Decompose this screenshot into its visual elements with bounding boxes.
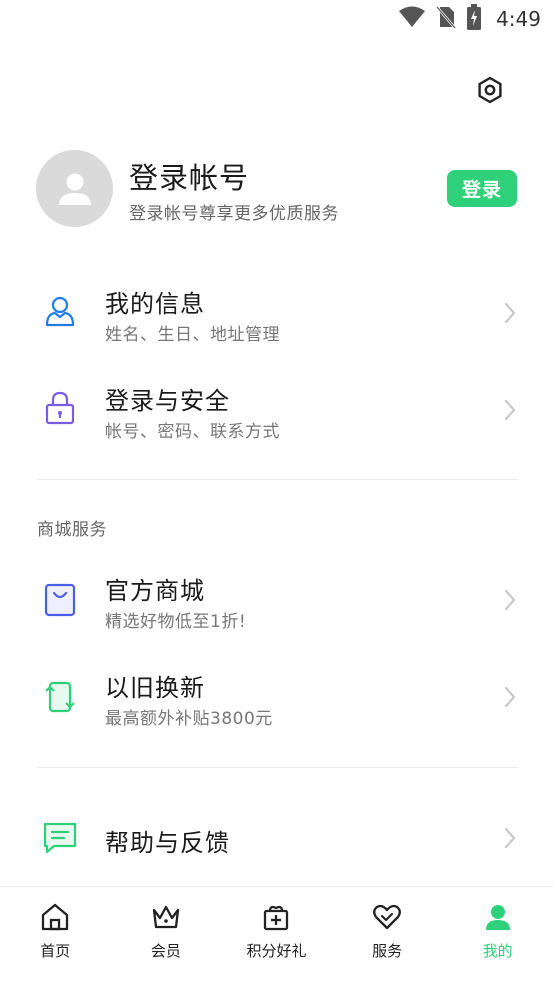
- chevron-right-icon: [500, 585, 520, 615]
- tab-home[interactable]: 首页: [0, 887, 111, 983]
- profile-subtitle: 登录帐号尊享更多优质服务: [129, 204, 339, 224]
- menu-item-login-security[interactable]: 登录与安全 帐号、密码、联系方式: [0, 365, 553, 455]
- wifi-icon: [398, 6, 426, 32]
- tab-mine[interactable]: 我的: [442, 887, 553, 983]
- gift-icon: [260, 901, 292, 933]
- profile-title: 登录帐号: [129, 161, 250, 195]
- lock-icon: [42, 390, 78, 426]
- crown-icon: [150, 901, 182, 933]
- menu-item-official-mall[interactable]: 官方商城 精选好物低至1折!: [0, 555, 553, 645]
- status-time: 4:49: [496, 7, 541, 31]
- tab-label: 我的: [482, 942, 513, 960]
- profile-header[interactable]: 登录帐号 登录帐号尊享更多优质服务 登录: [36, 150, 517, 230]
- gear-icon: [476, 76, 504, 108]
- chevron-right-icon: [500, 298, 520, 328]
- person-icon: [42, 293, 78, 329]
- bottom-tab-bar: 首页 会员 积分好礼 服务 我的: [0, 886, 553, 983]
- tab-points-gifts[interactable]: 积分好礼: [221, 887, 332, 983]
- heart-icon: [371, 901, 403, 933]
- menu-item-title: 我的信息: [105, 290, 205, 318]
- menu-item-subtitle: 姓名、生日、地址管理: [105, 325, 280, 345]
- shopping-bag-icon: [42, 582, 78, 618]
- menu-item-subtitle: 精选好物低至1折!: [105, 612, 247, 632]
- tab-label: 服务: [372, 942, 403, 960]
- user-icon: [482, 901, 514, 933]
- battery-icon: [466, 4, 482, 34]
- menu-item-title: 以旧换新: [105, 674, 205, 702]
- menu-item-title: 登录与安全: [105, 387, 230, 415]
- menu-item-title: 帮助与反馈: [105, 829, 230, 857]
- home-icon: [39, 901, 71, 933]
- no-sim-icon: [436, 5, 457, 33]
- divider: [37, 479, 517, 480]
- avatar[interactable]: [36, 150, 113, 227]
- chevron-right-icon: [500, 823, 520, 853]
- status-icons: 4:49: [398, 4, 541, 34]
- menu-item-my-info[interactable]: 我的信息 姓名、生日、地址管理: [0, 268, 553, 358]
- login-button[interactable]: 登录: [447, 170, 517, 207]
- tab-membership[interactable]: 会员: [111, 887, 222, 983]
- tab-service[interactable]: 服务: [332, 887, 443, 983]
- menu-item-title: 官方商城: [105, 577, 205, 605]
- tab-label: 首页: [40, 942, 71, 960]
- tab-label: 会员: [150, 942, 181, 960]
- menu-item-subtitle: 帐号、密码、联系方式: [105, 422, 280, 442]
- divider: [37, 767, 517, 768]
- chevron-right-icon: [500, 395, 520, 425]
- settings-button[interactable]: [470, 72, 510, 112]
- menu-item-help-feedback[interactable]: 帮助与反馈: [0, 795, 553, 885]
- trade-in-icon: [42, 679, 78, 715]
- chat-icon: [42, 820, 78, 856]
- section-label-mall: 商城服务: [37, 520, 107, 540]
- menu-item-subtitle: 最高额外补贴3800元: [105, 709, 273, 729]
- menu-item-trade-in[interactable]: 以旧换新 最高额外补贴3800元: [0, 652, 553, 742]
- chevron-right-icon: [500, 682, 520, 712]
- status-bar: 4:49: [0, 0, 553, 38]
- tab-label: 积分好礼: [246, 942, 307, 960]
